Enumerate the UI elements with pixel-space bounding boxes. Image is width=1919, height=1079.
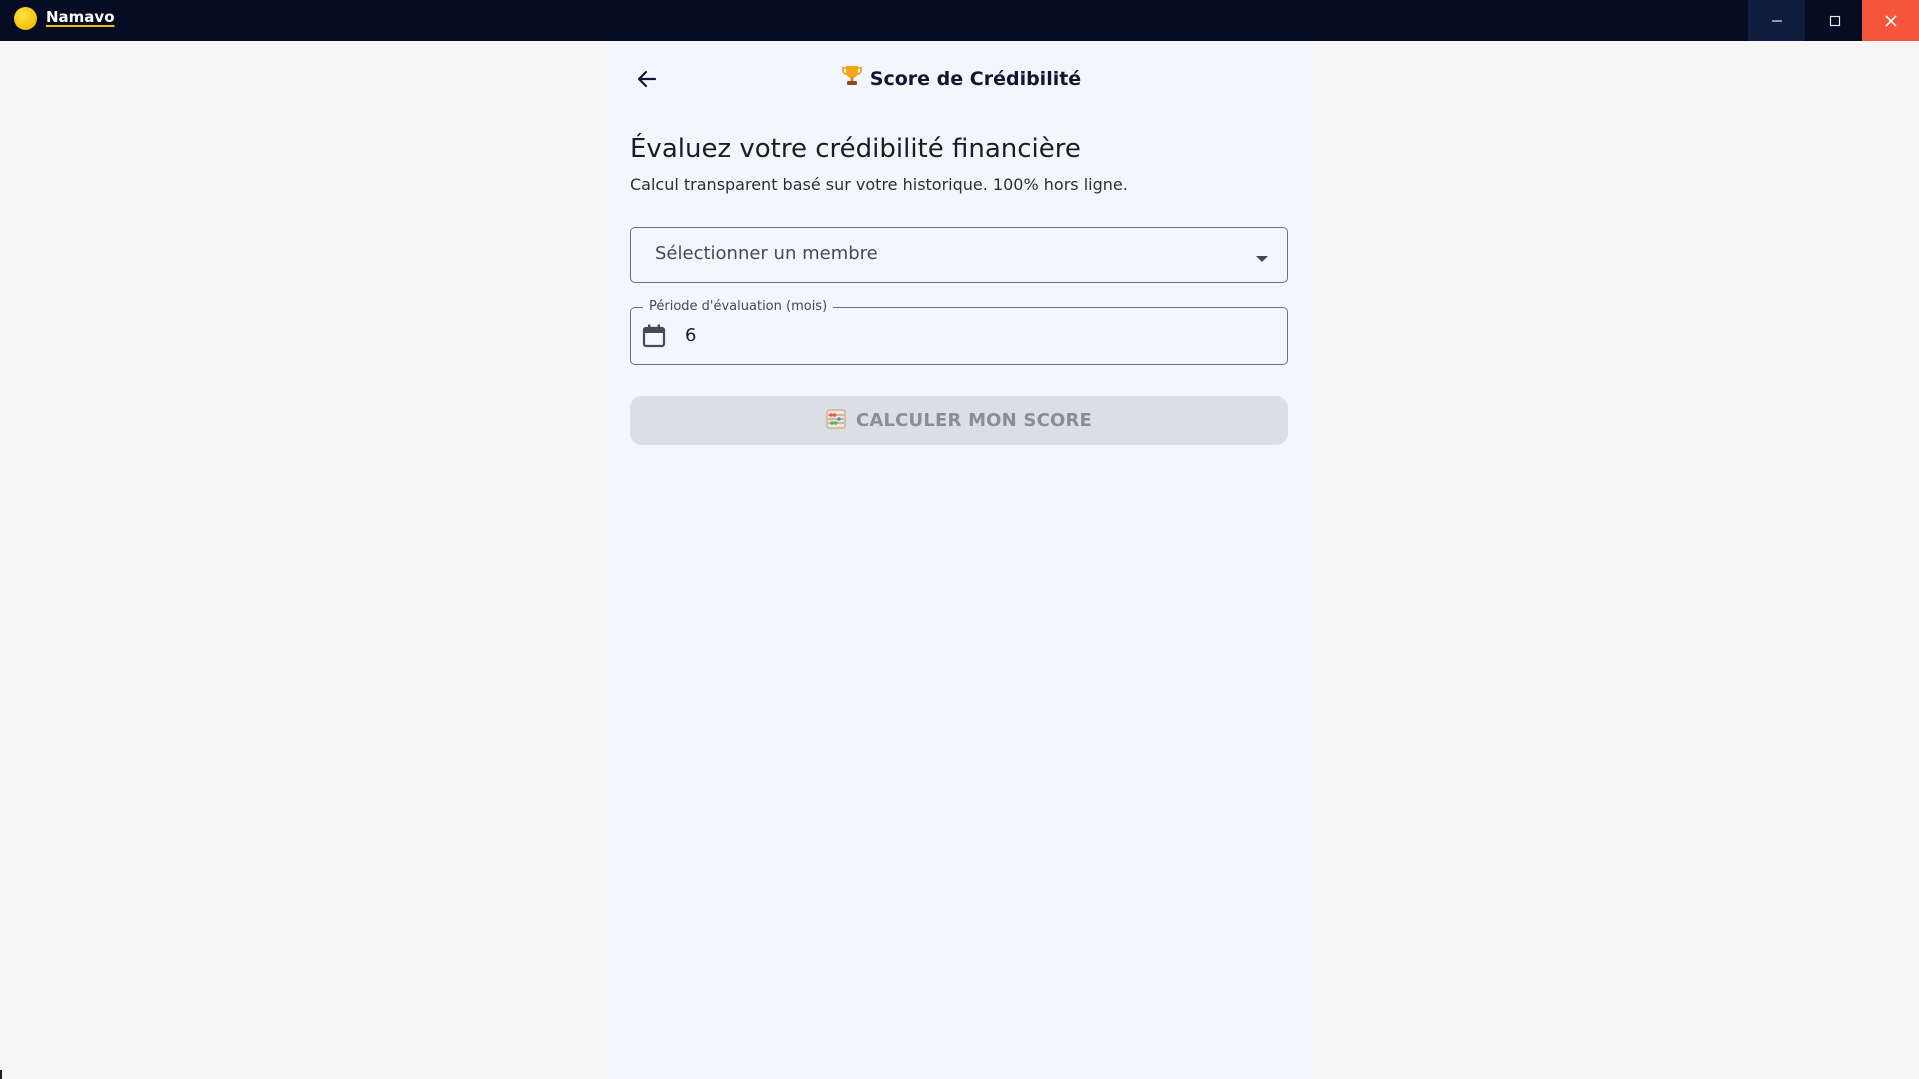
window-edge-marker [0, 1070, 2, 1079]
period-field-label: Période d'évaluation (mois) [643, 298, 834, 316]
page-title-text: Score de Crédibilité [869, 68, 1082, 90]
maximize-icon [1829, 15, 1840, 26]
close-button[interactable] [1862, 0, 1919, 41]
calculate-score-button[interactable]: CALCULER MON SCORE [630, 396, 1288, 445]
section-subheading: Calcul transparent basé sur votre histor… [630, 175, 1128, 194]
section-heading: Évaluez votre crédibilité financière [630, 134, 1081, 164]
maximize-button[interactable] [1806, 0, 1863, 41]
period-field[interactable]: Période d'évaluation (mois) [630, 298, 1288, 365]
trophy-icon [841, 62, 862, 98]
window-titlebar: Namavo [0, 0, 1919, 41]
calendar-icon [641, 323, 667, 353]
member-select-placeholder: Sélectionner un membre [655, 243, 878, 264]
abacus-icon [826, 408, 846, 433]
member-select[interactable]: Sélectionner un membre [630, 227, 1288, 283]
calculate-score-label: CALCULER MON SCORE [855, 410, 1093, 431]
close-icon [1884, 14, 1897, 27]
period-input[interactable] [685, 325, 1265, 346]
minimize-icon [1771, 19, 1782, 22]
caret-down-icon [1255, 249, 1269, 268]
main-panel: Score de Crédibilité Évaluez votre crédi… [609, 41, 1314, 1079]
minimize-button[interactable] [1748, 0, 1805, 41]
app-name: Namavo [46, 8, 115, 26]
app-logo-icon [14, 7, 37, 30]
page-title: Score de Crédibilité [609, 61, 1314, 98]
